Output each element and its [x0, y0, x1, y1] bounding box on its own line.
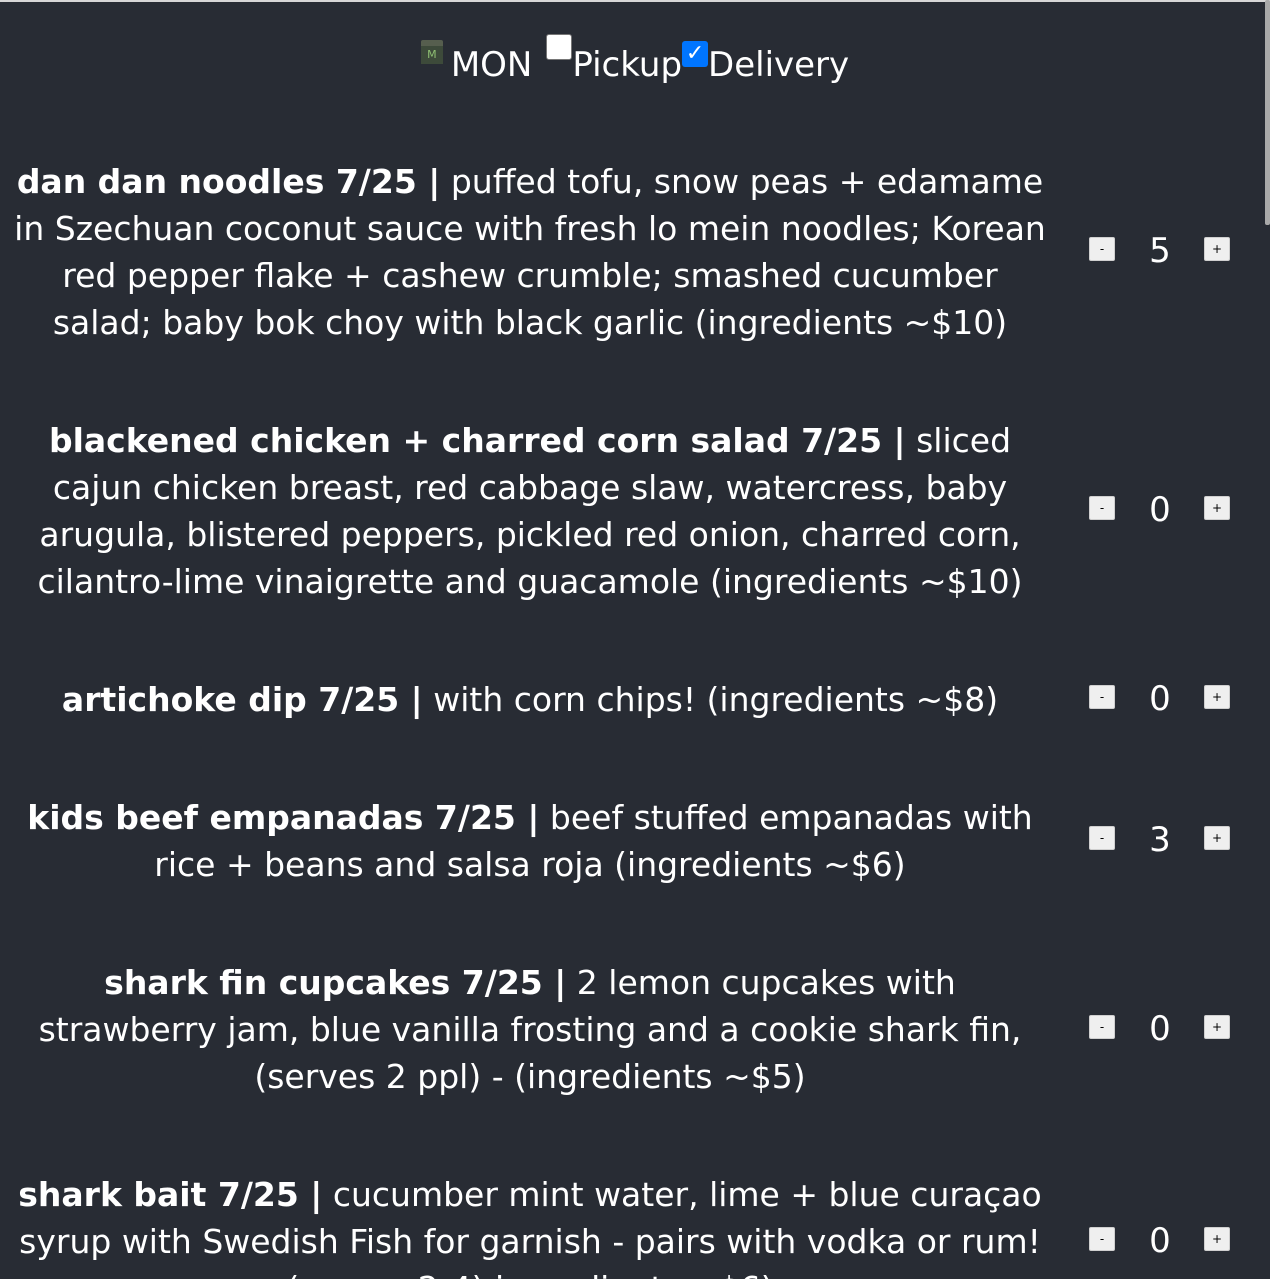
- decrease-quantity-button[interactable]: -: [1089, 237, 1115, 261]
- menu-item-description: shark fin cupcakes 7/25 | 2 lemon cupcak…: [10, 959, 1050, 1100]
- decrease-quantity-button[interactable]: -: [1089, 1227, 1115, 1251]
- menu-item-description: artichoke dip 7/25 | with corn chips! (i…: [10, 676, 1050, 723]
- increase-quantity-button[interactable]: +: [1204, 685, 1230, 709]
- menu-item-description: blackened chicken + charred corn salad 7…: [10, 417, 1050, 605]
- increase-quantity-button[interactable]: +: [1204, 826, 1230, 850]
- delivery-label[interactable]: Delivery: [708, 45, 849, 85]
- menu-item-name: shark fin cupcakes 7/25 |: [104, 963, 567, 1002]
- quantity-value: 0: [1149, 1221, 1171, 1261]
- menu-item-name: kids beef empanadas 7/25 |: [27, 798, 540, 837]
- order-options-header: M MON Pickup ✓ Delivery: [0, 34, 1270, 94]
- quantity-value: 0: [1149, 679, 1171, 719]
- quantity-value: 5: [1149, 231, 1171, 271]
- calendar-icon-letter: M: [420, 46, 443, 64]
- increase-quantity-button[interactable]: +: [1204, 1015, 1230, 1039]
- menu-item-details: with corn chips! (ingredients ~$8): [433, 680, 999, 719]
- menu-item-name: blackened chicken + charred corn salad 7…: [48, 421, 906, 460]
- menu-item-description: kids beef empanadas 7/25 | beef stuffed …: [10, 794, 1050, 888]
- decrease-quantity-button[interactable]: -: [1089, 826, 1115, 850]
- decrease-quantity-button[interactable]: -: [1089, 1015, 1115, 1039]
- delivery-checkbox[interactable]: ✓: [682, 41, 709, 67]
- menu-item-description: shark bait 7/25 | cucumber mint water, l…: [10, 1171, 1050, 1279]
- pickup-label[interactable]: Pickup: [572, 45, 682, 85]
- menu-item-name: shark bait 7/25 |: [18, 1175, 323, 1214]
- increase-quantity-button[interactable]: +: [1204, 496, 1230, 520]
- menu-page: M MON Pickup ✓ Delivery dan dan noodles 7/2…: [0, 0, 1270, 1279]
- decrease-quantity-button[interactable]: -: [1089, 685, 1115, 709]
- menu-item-name: dan dan noodles 7/25 |: [16, 162, 441, 201]
- calendar-icon: M: [420, 40, 443, 64]
- decrease-quantity-button[interactable]: -: [1089, 496, 1115, 520]
- menu-item-name: artichoke dip 7/25 |: [61, 680, 423, 719]
- pickup-checkbox[interactable]: [546, 34, 573, 60]
- increase-quantity-button[interactable]: +: [1204, 1227, 1230, 1251]
- quantity-value: 0: [1149, 1009, 1171, 1049]
- increase-quantity-button[interactable]: +: [1204, 237, 1230, 261]
- quantity-value: 0: [1149, 490, 1171, 530]
- day-label: MON: [450, 45, 533, 85]
- menu-item-description: dan dan noodles 7/25 | puffed tofu, snow…: [10, 158, 1050, 346]
- window-top-edge: [0, 0, 1270, 2]
- quantity-value: 3: [1149, 820, 1171, 860]
